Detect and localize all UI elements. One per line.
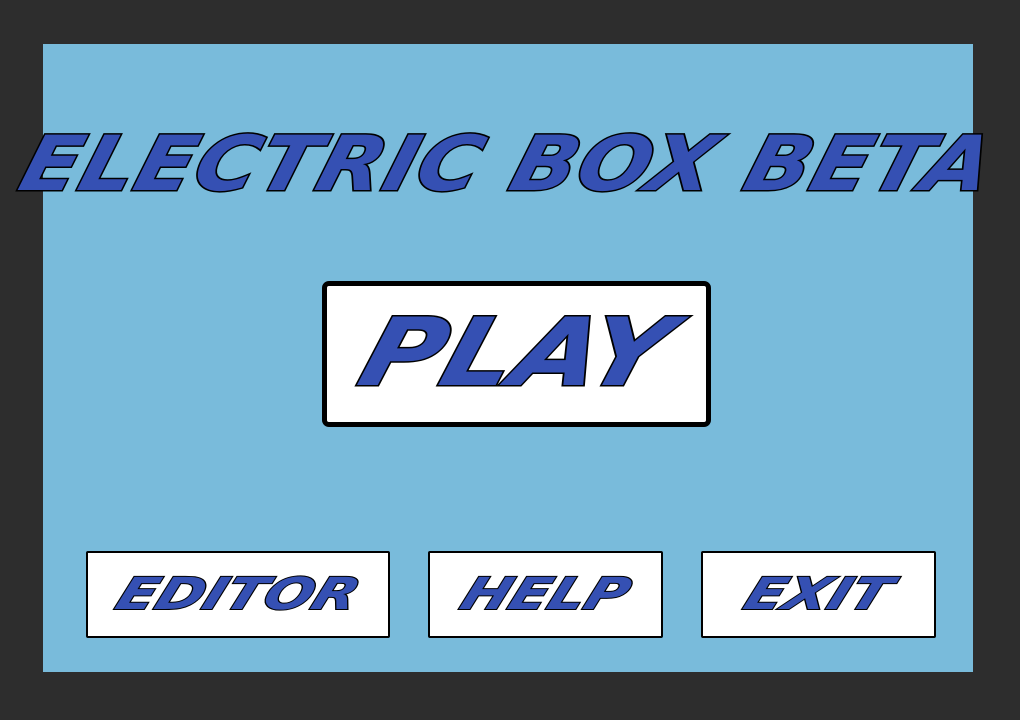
exit-button-label: EXIT <box>736 567 901 620</box>
help-button[interactable]: HELP <box>428 551 663 638</box>
game-title-text: ELECTRIC BOX BETA <box>9 117 1006 209</box>
game-title: ELECTRIC BOX BETA <box>9 117 1006 209</box>
help-button-label: HELP <box>452 567 639 620</box>
play-button-label: PLAY <box>346 297 687 409</box>
editor-button[interactable]: EDITOR <box>86 551 390 638</box>
window-frame: ELECTRIC BOX BETA PLAY EDITOR HELP EXIT <box>0 0 1020 720</box>
editor-button-label: EDITOR <box>108 567 369 620</box>
exit-button[interactable]: EXIT <box>701 551 936 638</box>
play-button[interactable]: PLAY <box>322 281 711 427</box>
game-screen: ELECTRIC BOX BETA PLAY EDITOR HELP EXIT <box>9 44 1007 672</box>
